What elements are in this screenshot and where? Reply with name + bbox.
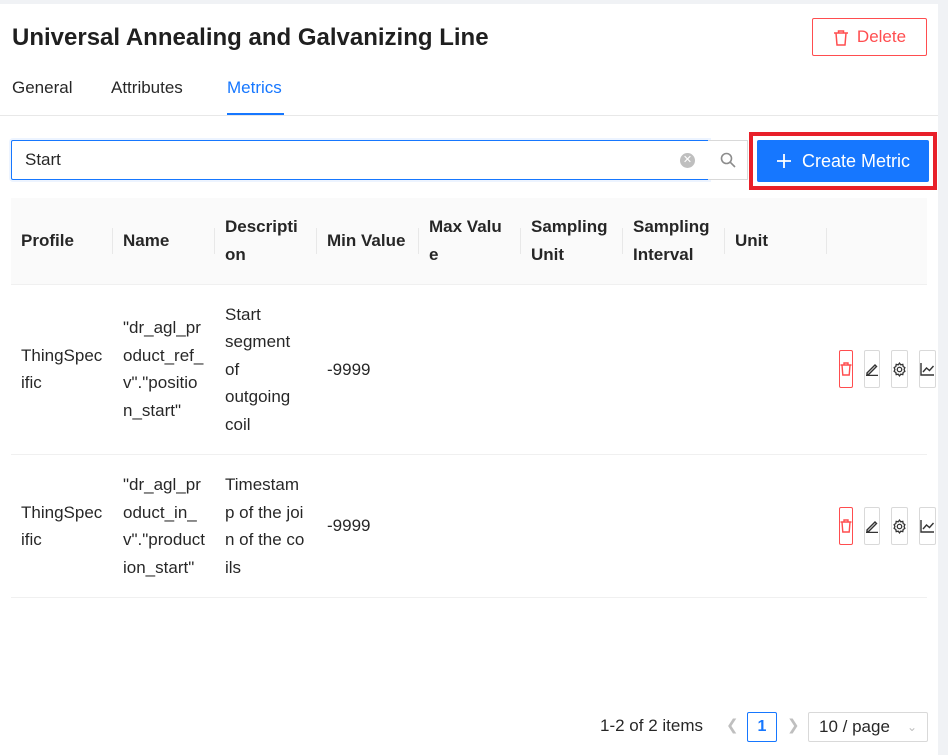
cell-unit (725, 284, 827, 455)
row-edit-button[interactable] (864, 350, 880, 389)
column-header-sampling-interval: Sampling Interval (623, 198, 725, 285)
page-size-value: 10 / page (819, 717, 890, 736)
tab-bar: General Attributes Metrics (0, 68, 938, 116)
cell-sampling-unit (521, 284, 623, 455)
table-row: ThingSpecific "dr_agl_product_ref_v"."po… (11, 284, 936, 455)
cell-description: Timestamp of the join of the coils (215, 454, 317, 598)
column-header-unit: Unit (725, 198, 827, 285)
row-settings-button[interactable] (891, 507, 908, 545)
search-field[interactable]: ✕ (11, 140, 709, 180)
page-title: Universal Annealing and Galvanizing Line (12, 24, 489, 51)
chevron-left-icon[interactable]: ❮ (726, 716, 739, 734)
trash-icon (833, 29, 849, 46)
cell-min-value: -9999 (317, 284, 419, 455)
chevron-down-icon: ⌄ (906, 720, 917, 734)
column-header-name: Name (113, 198, 215, 285)
cell-min-value: -9999 (317, 454, 419, 598)
tab-general[interactable]: General (12, 78, 72, 98)
pagination-total: 1-2 of 2 items (600, 716, 703, 735)
search-button[interactable] (708, 140, 748, 180)
page-button-current[interactable]: 1 (747, 712, 777, 742)
cell-name: "dr_agl_product_ref_v"."position_start" (113, 284, 215, 455)
cell-sampling-interval (623, 454, 725, 598)
page-size-select[interactable]: 10 / page ⌄ (808, 712, 928, 742)
table-row: ThingSpecific "dr_agl_product_in_v"."pro… (11, 454, 936, 598)
column-header-profile: Profile (11, 198, 113, 285)
cell-sampling-unit (521, 454, 623, 598)
row-settings-button[interactable] (891, 350, 908, 389)
metrics-table: Profile Name Description Min Value Max V… (11, 198, 936, 598)
cell-sampling-interval (623, 284, 725, 455)
create-metric-button[interactable]: Create Metric (757, 140, 929, 182)
active-tab-indicator (227, 113, 284, 115)
cell-profile: ThingSpecific (11, 454, 113, 598)
cell-max-value (419, 284, 521, 455)
row-chart-button[interactable] (919, 350, 936, 389)
row-delete-button[interactable] (839, 507, 853, 545)
column-header-description: Description (215, 198, 317, 285)
cell-unit (725, 454, 827, 598)
tab-metrics[interactable]: Metrics (227, 78, 282, 98)
column-header-max-value: Max Value (419, 198, 521, 285)
row-edit-button[interactable] (864, 507, 880, 545)
close-circle-icon[interactable]: ✕ (680, 153, 695, 168)
column-header-min-value: Min Value (317, 198, 419, 285)
create-metric-label: Create Metric (801, 150, 911, 171)
cell-max-value (419, 454, 521, 598)
cell-name: "dr_agl_product_in_v"."production_start" (113, 454, 215, 598)
trash-icon (840, 362, 852, 376)
search-input[interactable] (25, 149, 665, 171)
delete-button-label: Delete (856, 27, 907, 46)
metrics-panel: Universal Annealing and Galvanizing Line… (0, 4, 938, 755)
pencil-icon (866, 521, 878, 533)
tab-attributes[interactable]: Attributes (111, 78, 183, 98)
table-header-row: Profile Name Description Min Value Max V… (11, 198, 927, 285)
row-chart-button[interactable] (919, 507, 936, 545)
column-header-actions (827, 198, 927, 285)
trash-icon (840, 519, 852, 533)
cell-description: Start segment of outgoing coil (215, 284, 317, 455)
chevron-right-icon[interactable]: ❯ (787, 716, 800, 734)
search-icon (720, 152, 736, 168)
row-delete-button[interactable] (839, 350, 853, 389)
line-chart-icon (920, 520, 935, 533)
cell-actions (827, 284, 936, 455)
column-header-sampling-unit: Sampling Unit (521, 198, 623, 285)
plus-icon (776, 153, 792, 169)
cell-actions (827, 454, 936, 598)
gear-icon (893, 518, 906, 534)
cell-profile: ThingSpecific (11, 284, 113, 455)
delete-button[interactable]: Delete (812, 18, 927, 56)
pencil-icon (866, 364, 878, 377)
line-chart-icon (920, 363, 935, 376)
gear-icon (893, 361, 906, 377)
